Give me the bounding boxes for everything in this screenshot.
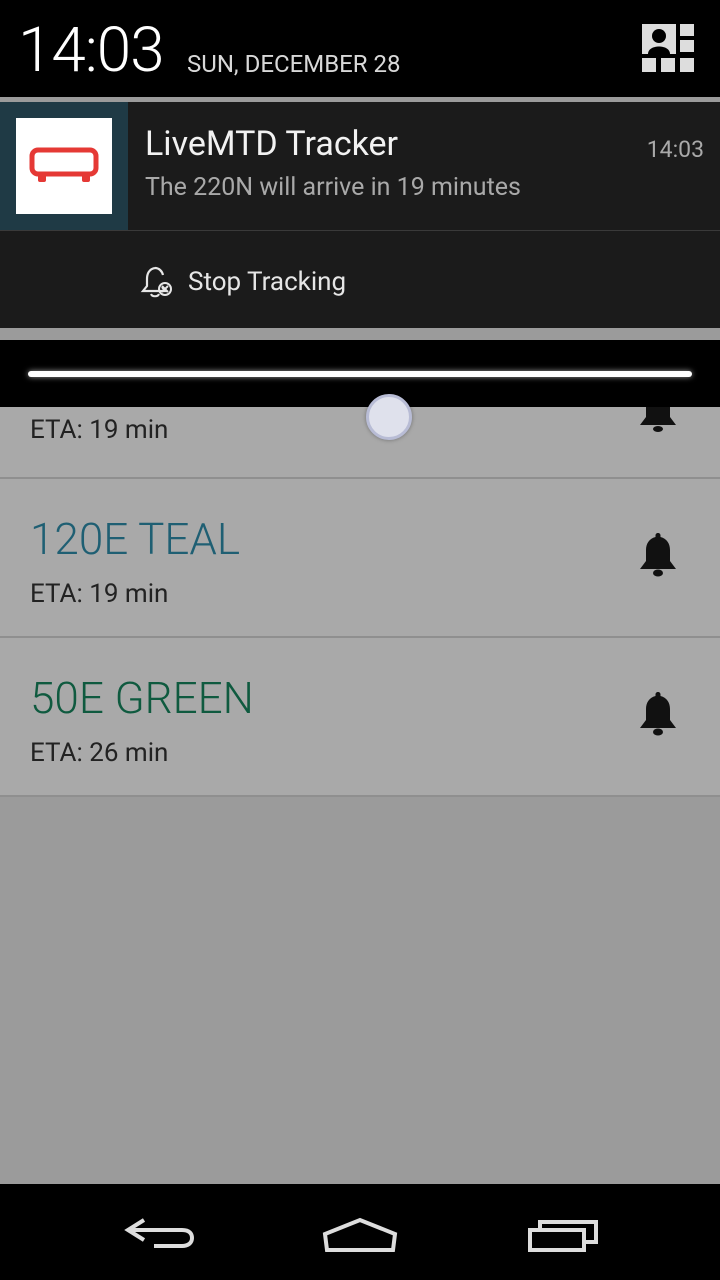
bell-off-icon — [140, 266, 172, 298]
app-icon — [16, 118, 112, 214]
home-icon[interactable] — [315, 1208, 405, 1258]
divider — [0, 230, 720, 231]
list-item[interactable]: ETA: 19 min — [0, 391, 720, 479]
touch-indicator — [366, 394, 412, 440]
bell-icon[interactable] — [636, 690, 680, 738]
screen: ETA: 19 min 120E TEAL ETA: 19 min 50E GR… — [0, 0, 720, 1280]
eta-text: ETA: 26 min — [30, 738, 169, 768]
notification-icon-area — [0, 102, 128, 230]
arrivals-list: ETA: 19 min 120E TEAL ETA: 19 min 50E GR… — [0, 391, 720, 797]
notification-time: 14:03 — [646, 136, 704, 163]
back-icon[interactable] — [114, 1208, 204, 1258]
quick-settings-icon[interactable] — [640, 22, 698, 76]
notification-card[interactable]: LiveMTD Tracker The 220N will arrive in … — [0, 102, 720, 328]
route-name: 120E TEAL — [30, 513, 241, 565]
date: SUN, DECEMBER 28 — [187, 50, 401, 78]
route-name: 50E GREEN — [30, 672, 254, 724]
notification-title: LiveMTD Tracker — [145, 124, 399, 164]
shade-header: 14:03 SUN, DECEMBER 28 — [0, 0, 720, 97]
bell-icon[interactable] — [636, 531, 680, 579]
recents-icon[interactable] — [518, 1208, 608, 1258]
list-item[interactable]: 120E TEAL ETA: 19 min — [0, 479, 720, 638]
bus-icon — [29, 147, 99, 182]
eta-text: ETA: 19 min — [30, 415, 169, 445]
clock: 14:03 — [18, 14, 165, 87]
list-item[interactable]: 50E GREEN ETA: 26 min — [0, 638, 720, 797]
notification-text: The 220N will arrive in 19 minutes — [145, 173, 521, 202]
handle-bar[interactable] — [28, 371, 692, 377]
shade-handle[interactable] — [0, 340, 720, 407]
navigation-bar — [0, 1184, 720, 1280]
empty-area — [0, 798, 720, 1184]
stop-tracking-label: Stop Tracking — [188, 267, 347, 297]
eta-text: ETA: 19 min — [30, 579, 169, 609]
stop-tracking-button[interactable]: Stop Tracking — [140, 254, 346, 310]
